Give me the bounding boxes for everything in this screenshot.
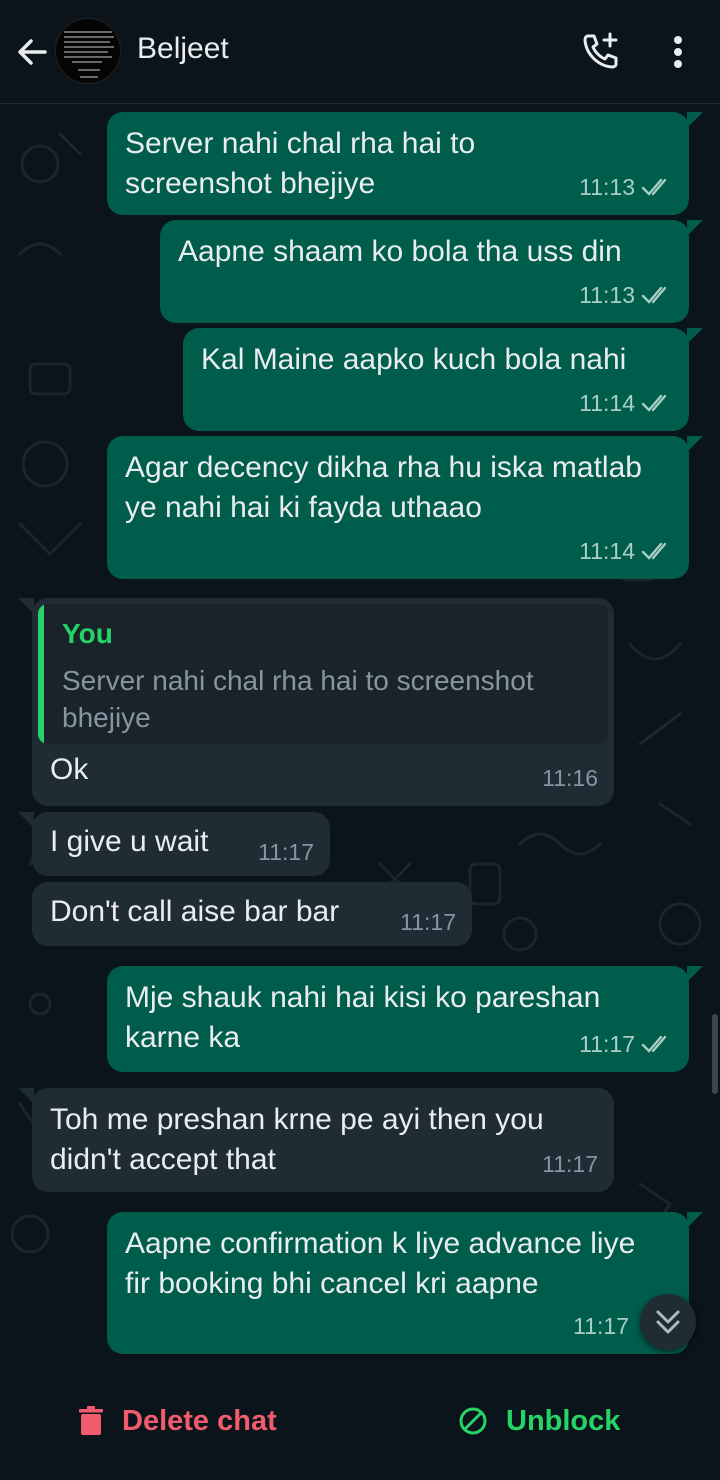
scroll-to-bottom-button[interactable] xyxy=(640,1294,696,1350)
message-bubble-incoming[interactable]: Don't call aise bar bar 11:17 xyxy=(32,882,472,946)
message-text: Server nahi chal rha hai to screenshot b… xyxy=(125,127,476,200)
message-time: 11:17 xyxy=(573,1313,629,1339)
message-text: Aapne shaam ko bola tha uss din xyxy=(178,235,622,268)
unblock-label: Unblock xyxy=(506,1404,621,1437)
double-chevron-down-icon xyxy=(656,1310,680,1334)
contact-name[interactable]: Beljeet xyxy=(137,32,229,66)
message-time: 11:14 xyxy=(579,390,635,416)
message-time: 11:13 xyxy=(579,282,635,308)
message-time: 11:17 xyxy=(258,839,314,865)
add-call-icon[interactable] xyxy=(580,30,622,72)
message-bubble-incoming[interactable]: Toh me preshan krne pe ayi then you didn… xyxy=(18,1088,614,1192)
double-check-icon xyxy=(641,286,667,304)
message-time: 11:13 xyxy=(579,174,635,200)
trash-icon xyxy=(79,1406,103,1435)
double-check-icon xyxy=(641,1035,667,1053)
arrow-left-icon[interactable] xyxy=(14,34,50,70)
double-check-icon xyxy=(641,394,667,412)
message-text: Agar decency dikha rha hu iska matlab ye… xyxy=(125,451,642,524)
message-text: Kal Maine aapko kuch bola nahi xyxy=(201,343,627,376)
message-time: 11:14 xyxy=(579,538,635,564)
unblock-icon xyxy=(459,1407,487,1435)
message-bubble-outgoing[interactable]: Server nahi chal rha hai to screenshot b… xyxy=(107,112,703,215)
chat-header: Beljeet xyxy=(0,0,720,104)
double-check-icon xyxy=(641,178,667,196)
scrollbar[interactable] xyxy=(712,1014,718,1094)
message-bubble-incoming[interactable]: I give u wait 11:17 xyxy=(18,812,330,876)
double-check-icon xyxy=(641,542,667,560)
delete-chat-button[interactable]: Delete chat xyxy=(78,1400,277,1442)
message-bubble-outgoing[interactable]: Mje shauk nahi hai kisi ko pareshan karn… xyxy=(107,966,703,1072)
quoted-message[interactable]: You Server nahi chal rha hai to screensh… xyxy=(38,604,608,744)
message-bubble-outgoing[interactable]: Kal Maine aapko kuch bola nahi 11:14 xyxy=(183,328,703,431)
blocked-contact-actions: Delete chat Unblock xyxy=(0,1360,720,1480)
message-bubble-outgoing[interactable]: Aapne confirmation k liye advance liye f… xyxy=(107,1212,703,1354)
more-vert-icon[interactable] xyxy=(660,32,696,72)
message-list[interactable]: Server nahi chal rha hai to screenshot b… xyxy=(0,104,720,1360)
message-text: Toh me preshan krne pe ayi then you didn… xyxy=(50,1103,544,1176)
message-bubble-outgoing[interactable]: Aapne shaam ko bola tha uss din 11:13 xyxy=(160,220,703,323)
quote-author: You xyxy=(62,618,113,649)
delete-chat-label: Delete chat xyxy=(122,1404,277,1437)
message-text: Don't call aise bar bar xyxy=(50,895,340,928)
quote-accent-bar xyxy=(38,604,44,744)
message-time: 11:17 xyxy=(400,909,456,935)
message-time: 11:16 xyxy=(542,765,598,791)
quote-text: Server nahi chal rha hai to screenshot b… xyxy=(62,665,534,733)
message-text: Ok xyxy=(50,753,89,786)
message-text: Aapne confirmation k liye advance liye f… xyxy=(125,1227,636,1300)
message-bubble-outgoing[interactable]: Agar decency dikha rha hu iska matlab ye… xyxy=(107,436,703,579)
message-time: 11:17 xyxy=(542,1151,598,1177)
avatar[interactable] xyxy=(55,18,121,84)
message-time: 11:17 xyxy=(579,1031,635,1057)
unblock-button[interactable]: Unblock xyxy=(458,1400,620,1442)
